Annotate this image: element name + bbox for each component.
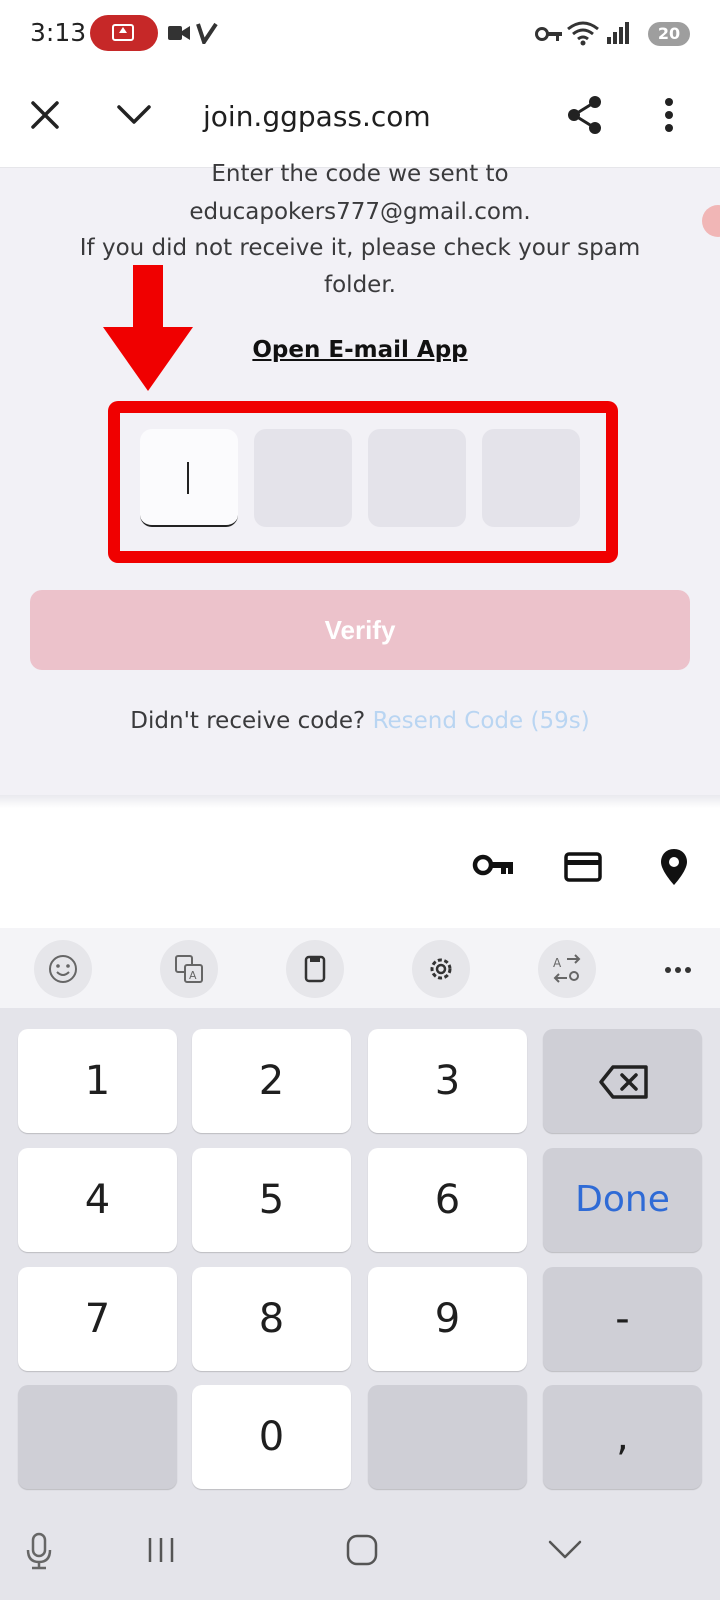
translate-button[interactable]: A	[160, 940, 218, 998]
video-camera-icon	[168, 26, 190, 40]
emoji-icon	[49, 955, 77, 983]
key-4[interactable]: 4	[18, 1148, 177, 1252]
clipboard-icon	[304, 955, 326, 983]
key-status-icon	[535, 27, 562, 41]
key-8[interactable]: 8	[192, 1267, 351, 1371]
svg-text:A: A	[553, 956, 562, 970]
system-nav-bar	[0, 1520, 720, 1600]
share-icon[interactable]	[566, 95, 604, 135]
url-bar[interactable]: join.ggpass.com	[203, 100, 431, 133]
divider	[0, 795, 720, 808]
chevron-down-icon[interactable]	[548, 1540, 582, 1560]
code-digit-4[interactable]	[482, 429, 580, 527]
clipboard-button[interactable]	[286, 940, 344, 998]
resend-prompt: Didn't receive code?	[130, 708, 366, 734]
resend-row: Didn't receive code? Resend Code (59s)	[0, 708, 720, 734]
settings-button[interactable]	[412, 940, 470, 998]
close-icon[interactable]	[30, 100, 60, 130]
blank-key-left	[18, 1385, 177, 1489]
signal-icon	[607, 22, 629, 44]
key-6[interactable]: 6	[368, 1148, 527, 1252]
wifi-icon	[567, 21, 599, 46]
key-2[interactable]: 2	[192, 1029, 351, 1133]
more-horiz-icon[interactable]	[664, 966, 692, 974]
floating-bubble[interactable]	[702, 205, 720, 237]
key-5[interactable]: 5	[192, 1148, 351, 1252]
key-3[interactable]: 3	[368, 1029, 527, 1133]
text-convert-icon: A	[553, 954, 581, 983]
chevron-down-icon[interactable]	[116, 104, 152, 126]
autofill-bar	[0, 808, 720, 928]
keyboard-toolbar: A A	[0, 928, 720, 1008]
more-vert-icon[interactable]	[664, 97, 674, 133]
red-arrow-annotation	[103, 265, 193, 391]
v-app-icon	[196, 22, 218, 44]
instruction-line-3: If you did not receive it, please check …	[79, 235, 641, 261]
screen-record-icon	[90, 15, 158, 51]
code-digit-2[interactable]	[254, 429, 352, 527]
verify-button[interactable]: Verify	[30, 590, 690, 670]
key-9[interactable]: 9	[368, 1267, 527, 1371]
text-cursor	[187, 462, 189, 494]
emoji-button[interactable]	[34, 940, 92, 998]
location-pin-icon[interactable]	[660, 848, 688, 886]
key-7[interactable]: 7	[18, 1267, 177, 1371]
blank-key-right	[368, 1385, 527, 1489]
recents-icon[interactable]	[146, 1536, 176, 1564]
status-time: 3:13	[30, 18, 87, 47]
dash-key[interactable]: -	[543, 1267, 702, 1371]
code-digit-3[interactable]	[368, 429, 466, 527]
instruction-line-1: Enter the code we sent to	[211, 161, 509, 187]
verification-page: Enter the code we sent to educapokers777…	[0, 161, 720, 795]
translate-icon: A	[175, 955, 203, 983]
numeric-keyboard: A A 1 2 3 4 5 6 Done 7 8 9 - 0 ,	[0, 928, 720, 1600]
backspace-key[interactable]	[543, 1029, 702, 1133]
comma-key[interactable]: ,	[543, 1385, 702, 1489]
key-1[interactable]: 1	[18, 1029, 177, 1133]
microphone-icon[interactable]	[24, 1532, 54, 1570]
backspace-icon	[599, 1065, 648, 1099]
key-icon[interactable]	[472, 852, 514, 878]
svg-text:A: A	[189, 969, 197, 982]
key-0[interactable]: 0	[192, 1385, 351, 1489]
status-bar: 3:13 20	[0, 0, 720, 68]
browser-toolbar: join.ggpass.com	[0, 68, 720, 168]
credit-card-icon[interactable]	[564, 852, 602, 882]
resend-code-link[interactable]: Resend Code (59s)	[373, 708, 590, 734]
code-digit-1[interactable]	[140, 429, 238, 527]
email-address: educapokers777@gmail.com.	[189, 199, 531, 225]
done-key[interactable]: Done	[543, 1148, 702, 1252]
battery-icon: 20	[648, 22, 690, 46]
text-convert-button[interactable]: A	[538, 940, 596, 998]
home-icon[interactable]	[346, 1534, 378, 1566]
gear-icon	[430, 958, 452, 980]
